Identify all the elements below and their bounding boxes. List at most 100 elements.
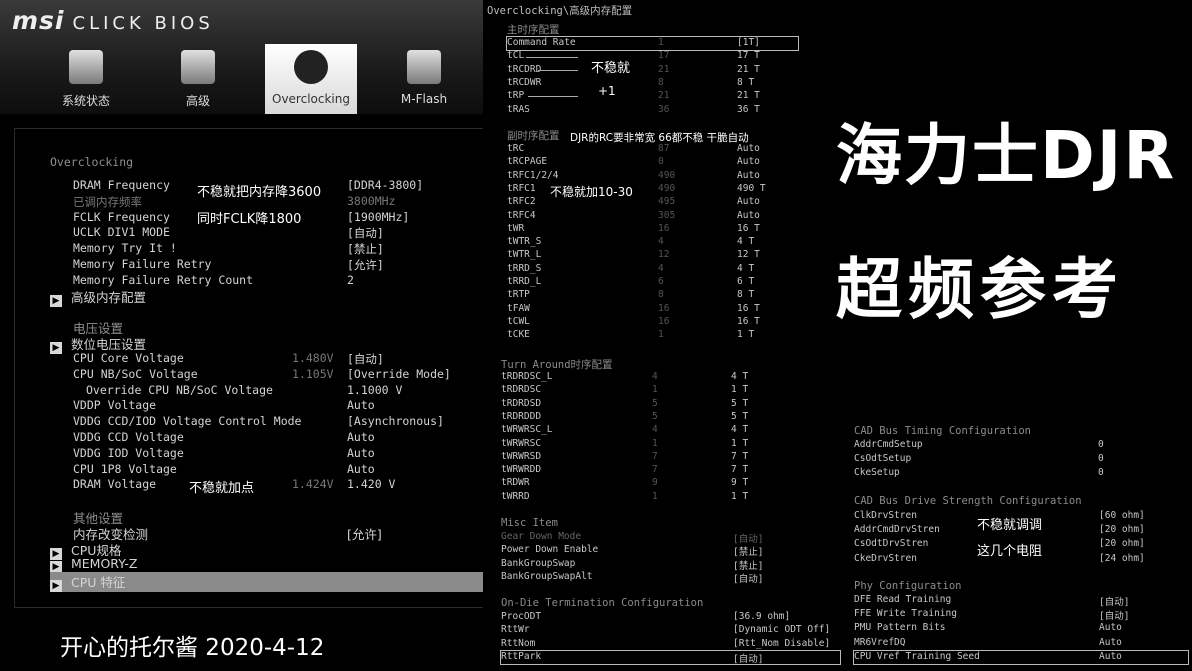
timing-row[interactable]: Command Rate 1 [1T] — [506, 36, 799, 51]
timing-row[interactable]: Power Down Enable [禁止] — [501, 544, 793, 559]
timing-value: 1 T — [731, 490, 749, 502]
timing-row[interactable]: RttPark [自动] — [500, 649, 841, 665]
timing-row[interactable]: tRDRDSC 1 1 T — [501, 384, 793, 397]
annotation-lower-fclk: 同时FCLK降1800 — [197, 212, 302, 227]
timing-row[interactable]: tWTR_L 12 12 T — [507, 249, 799, 262]
bios-left-panel: msi CLICK BIOS 系统状态 高级 Overclocking M-Fla… — [0, 0, 483, 671]
setting-row[interactable]: Override CPU NB/SoC Voltage 1.1000 V — [0, 383, 483, 399]
setting-key: DRAM Voltage — [73, 477, 157, 492]
config-row[interactable]: AddrCmdSetup 0 — [854, 439, 1188, 452]
timing-key: tRFC4 — [507, 209, 536, 221]
timing-row[interactable]: BankGroupSwapAlt [自动] — [501, 571, 793, 585]
timing-row[interactable]: Gear Down Mode [自动] — [501, 531, 793, 545]
section-heading-primary: 主时序配置 — [507, 24, 560, 36]
tab-advanced[interactable]: 高级 — [152, 44, 244, 114]
timing-row[interactable]: tCKE 1 1 T — [507, 329, 799, 342]
setting-row[interactable]: CPU Core Voltage 1.480V [自动] — [0, 351, 483, 367]
config-key: CPU Vref Training Seed — [854, 650, 980, 662]
tab-system-status[interactable]: 系统状态 — [40, 44, 132, 114]
config-row[interactable]: MR6VrefDQ Auto — [854, 637, 1188, 650]
setting-key: VDDG CCD/IOD Voltage Control Mode — [73, 414, 302, 429]
config-key: MR6VrefDQ — [854, 636, 906, 648]
setting-row[interactable]: CPU NB/SoC Voltage 1.105V [Override Mode] — [0, 367, 483, 383]
timing-key: tCWL — [507, 315, 530, 327]
setting-row[interactable]: VDDG CCD/IOD Voltage Control Mode [Asynch… — [0, 414, 483, 430]
tab-label: 高级 — [185, 94, 210, 108]
setting-key: VDDP Voltage — [73, 398, 157, 413]
timing-row[interactable]: tRAS 36 36 T — [507, 104, 798, 117]
tab-overclocking[interactable]: Overclocking — [265, 44, 357, 114]
annotation-resistors: 这几个电阻 — [977, 544, 1043, 559]
timing-key: tWTR_S — [507, 236, 542, 248]
timing-row[interactable]: BankGroupSwap [禁止] — [501, 557, 793, 572]
timing-row[interactable]: tRRD_L 6 6 T — [507, 276, 799, 289]
timing-current: 5 — [652, 410, 658, 422]
config-row[interactable]: FFE Write Training [自动] — [854, 608, 1188, 622]
title-line-2: 超频参考 — [836, 251, 1124, 328]
timing-row[interactable]: tRTP 8 8 T — [507, 289, 799, 302]
timing-key: tWRWRSD — [501, 450, 542, 462]
setting-key: 已调内存频率 — [73, 194, 142, 209]
config-row[interactable]: PMU Pattern Bits Auto — [854, 622, 1188, 635]
timing-row[interactable]: tWTR_S 4 4 T — [507, 236, 799, 249]
timing-row[interactable]: tRRD_S 4 4 T — [507, 263, 799, 276]
tab-m-flash[interactable]: M-Flash — [378, 44, 470, 114]
timing-row[interactable]: ProcODT [36.9 ohm] — [501, 611, 840, 624]
config-row[interactable]: CkeSetup 0 — [854, 467, 1188, 480]
config-key: PMU Pattern Bits — [854, 622, 946, 634]
timing-row[interactable]: tRCDWR 8 8 T — [507, 77, 798, 90]
submenu-memory-z[interactable]: ▶ MEMORY-Z — [50, 556, 137, 573]
annotation-line — [538, 70, 578, 71]
timing-row[interactable]: tWRWRDD 7 7 T — [501, 464, 793, 477]
config-key: FFE Write Training — [854, 608, 957, 620]
annotation-rc-note: DJR的RC要非常宽 66都不稳 干脆自动 — [570, 132, 749, 144]
timing-row[interactable]: tRFC4 305 Auto — [507, 210, 799, 223]
timing-current: 16 — [658, 222, 670, 234]
submenu-cpu-features[interactable]: ▶ CPU 特征 — [50, 572, 483, 592]
timing-row[interactable]: RttNom [Rtt_Nom Disable] — [501, 638, 840, 651]
setting-value: [自动] — [347, 226, 384, 241]
timing-row[interactable]: tFAW 16 16 T — [507, 303, 799, 316]
setting-row[interactable]: CPU 1P8 Voltage Auto — [0, 462, 483, 478]
timing-key: tRDRDSD — [501, 397, 542, 409]
timing-key: BankGroupSwap — [501, 557, 576, 569]
setting-row[interactable]: VDDP Voltage Auto — [0, 398, 483, 414]
timing-row[interactable]: tRDRDSD 5 5 T — [501, 398, 793, 411]
timing-value: 1 T — [731, 384, 749, 396]
timing-value: [自动] — [733, 573, 764, 585]
config-row[interactable]: CsOdtSetup 0 — [854, 453, 1188, 466]
timing-row[interactable]: tRDRDDD 5 5 T — [501, 411, 793, 424]
setting-row[interactable]: Memory Try It ! [禁止] — [0, 241, 483, 257]
annotation-adjust: 不稳就调调 — [977, 518, 1043, 533]
setting-row[interactable]: VDDG CCD Voltage Auto — [0, 430, 483, 446]
timing-row[interactable]: tRCPAGE 0 Auto — [507, 156, 799, 169]
timing-row[interactable]: RttWr [Dynamic ODT Off] — [501, 624, 840, 637]
setting-value: 1.420 V — [347, 477, 396, 492]
timing-row[interactable]: tRDRDSC_L 4 4 T — [501, 371, 793, 384]
timing-value: [禁止] — [733, 547, 764, 559]
timing-row[interactable]: tRDWR 9 9 T — [501, 477, 793, 490]
config-row[interactable]: CPU Vref Training Seed Auto — [853, 649, 1189, 665]
timing-current: 1 — [658, 37, 664, 48]
setting-row[interactable]: Memory Failure Retry [允许] — [0, 257, 483, 273]
config-value: Auto — [1099, 636, 1122, 648]
timing-row[interactable]: tWRWRSC_L 4 4 T — [501, 424, 793, 437]
msi-logo: msi CLICK BIOS — [12, 6, 214, 35]
setting-row[interactable]: UCLK DIV1 MODE [自动] — [0, 225, 483, 241]
title-line-1: 海力士DJR — [836, 117, 1177, 194]
timing-key: ProcODT — [501, 611, 542, 622]
config-value: [60 ohm] — [1099, 510, 1145, 521]
timing-key: RttPark — [501, 650, 542, 662]
setting-row-mem-change-detect[interactable]: 内存改变检测 [允许] — [0, 524, 483, 542]
timing-row[interactable]: tWRWRSD 7 7 T — [501, 451, 793, 464]
setting-row[interactable]: VDDG IOD Voltage Auto — [0, 446, 483, 462]
submenu-advanced-memory[interactable]: ▶ 高级内存配置 — [50, 287, 146, 307]
advanced-memory-panel: Overclocking\高级内存配置 主时序配置 Command Rate 1 [… — [483, 0, 843, 671]
timing-row[interactable]: tWR 16 16 T — [507, 223, 799, 236]
timing-row[interactable]: tWRRD 1 1 T — [501, 491, 793, 504]
config-row[interactable]: DFE Read Training [自动] — [854, 594, 1188, 608]
timing-row[interactable]: tRFC1/2/4 490 Auto — [507, 170, 799, 183]
setting-key: Memory Failure Retry Count — [73, 272, 254, 287]
timing-row[interactable]: tCWL 16 16 T — [507, 316, 799, 329]
timing-row[interactable]: tWRWRSC 1 1 T — [501, 438, 793, 451]
